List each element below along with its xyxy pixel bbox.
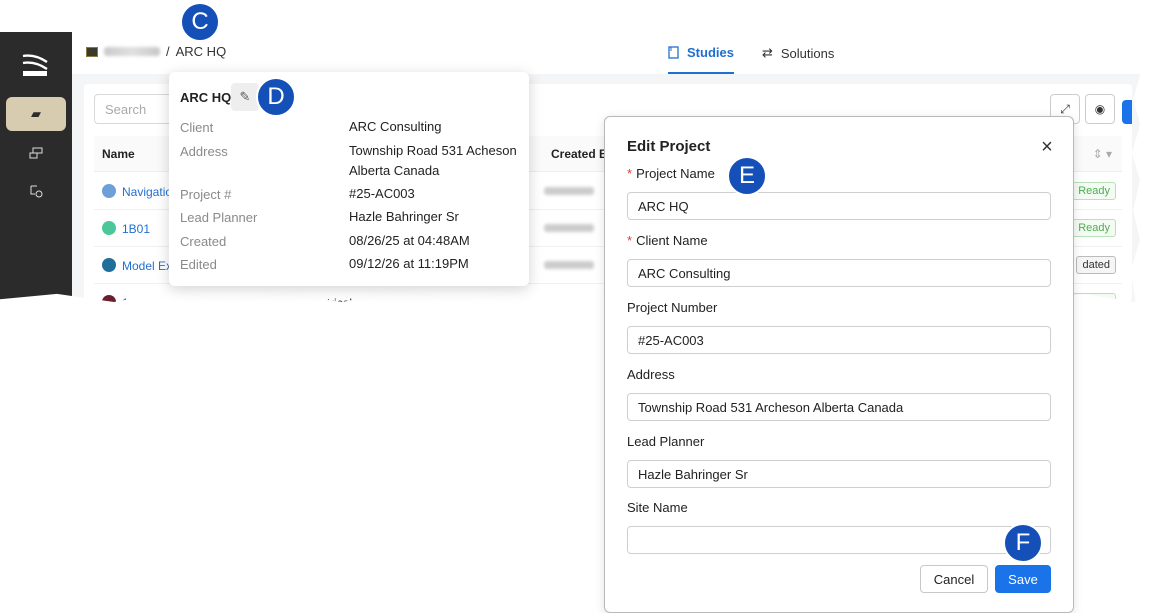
sidebar: ▰ [0,32,72,302]
popover-label-client: Client [180,120,214,135]
required-marker: * [627,233,633,248]
tab-studies[interactable]: Studies [668,32,734,74]
workflow-settings-icon [30,185,43,198]
sort-filter-icon[interactable]: ⇕ ▾ [1093,147,1112,161]
popover-value-address: Township Road 531 Acheson Alberta Canada [349,143,517,178]
popover-value-created: 08/26/25 at 04:48AM [349,233,470,248]
site-name-input[interactable] [627,526,1051,554]
project-number-label: Project Number [627,300,718,315]
callout-c: C [180,2,220,42]
status-badge: Ready [1072,182,1116,200]
status-badge: Ready [1072,293,1116,302]
callout-d: D [256,77,296,117]
popover-label-project-number: Project # [180,187,232,202]
required-marker: * [627,166,633,181]
row-description: Basic electrical and background geometr [272,296,489,310]
sidebar-item-workflows[interactable] [6,174,66,208]
popover-value-project-number: #25-AC003 [349,186,415,201]
row-color-dot [102,184,116,198]
row-created-by-redacted [544,187,594,195]
row-name-link[interactable]: Navigatio [122,185,172,199]
client-name-label-text: Client Name [636,233,708,248]
expand-icon: ⤢ [1060,101,1070,116]
callout-e: E [727,156,767,196]
project-name-label: * Project Name [627,166,715,181]
tab-label: Studies [687,44,734,60]
popover-value-edited: 09/12/26 at 11:19PM [349,256,469,271]
breadcrumb-workspace-redacted[interactable] [104,47,160,56]
top-bar: / ARC HQ Studies ⇄ Solutions [72,32,1140,74]
row-name-link[interactable]: Model Ex [122,259,172,273]
project-info-popover: ARC HQ ✎ Client ARC Consulting Address T… [169,72,529,286]
view-button[interactable]: ◉ [1085,94,1115,124]
popover-label-address: Address [180,144,228,159]
sidebar-item-projects[interactable]: ▰ [6,97,66,131]
cancel-button[interactable]: Cancel [920,565,988,593]
popover-value-client: ARC Consulting [349,119,442,134]
folder-icon: ▰ [31,106,41,121]
client-name-label: * Client Name [627,233,708,248]
row-color-dot [102,258,116,272]
project-name-input[interactable] [627,192,1051,220]
add-button-edge[interactable] [1122,100,1132,124]
dialog-title: Edit Project [627,138,711,155]
popover-label-created: Created [180,234,227,249]
document-icon [668,45,679,59]
tab-bar: Studies ⇄ Solutions [668,32,834,74]
app-logo-icon [22,54,48,76]
client-name-input[interactable] [627,259,1051,287]
lead-planner-label: Lead Planner [627,434,705,449]
callout-f: F [1003,523,1043,563]
lead-planner-input[interactable] [627,460,1051,488]
breadcrumb-current[interactable]: ARC HQ [176,44,227,59]
layout-icon [29,147,43,159]
row-color-dot [102,221,116,235]
popover-label-lead-planner: Lead Planner [180,210,258,225]
eye-icon: ◉ [1094,102,1106,116]
breadcrumb-separator: / [166,44,170,59]
row-created-by-redacted [544,224,594,232]
row-name-link[interactable]: 1A01 [122,296,150,302]
workspace-icon [86,46,98,57]
address-label: Address [627,367,675,382]
tab-label: Solutions [780,45,835,61]
breadcrumb: / ARC HQ [86,44,226,59]
popover-label-edited: Edited [180,257,217,272]
site-name-label: Site Name [627,500,688,515]
address-input[interactable] [627,393,1051,421]
status-badge: Ready [1072,219,1116,237]
shuffle-icon: ⇄ [761,45,773,60]
edit-project-button[interactable]: ✎ [231,83,259,111]
column-header-name[interactable]: Name [102,147,135,161]
popover-value-lead-planner: Hazle Bahringer Sr [349,209,459,224]
stage: ▰ / ARC HQ Studies ⇄ Solutions Search ⤢ … [0,0,1149,613]
sidebar-item-layouts[interactable] [6,136,66,170]
save-button[interactable]: Save [995,565,1051,593]
row-name-link[interactable]: 1B01 [122,222,150,236]
close-icon[interactable]: × [1037,137,1057,158]
row-created-by-redacted [544,261,594,269]
project-number-input[interactable] [627,326,1051,354]
row-color-dot [102,295,116,302]
status-badge: dated [1076,256,1116,274]
tab-solutions[interactable]: ⇄ Solutions [762,32,834,74]
pencil-icon: ✎ [239,89,251,104]
project-name-label-text: Project Name [636,166,715,181]
popover-title: ARC HQ [180,90,232,105]
